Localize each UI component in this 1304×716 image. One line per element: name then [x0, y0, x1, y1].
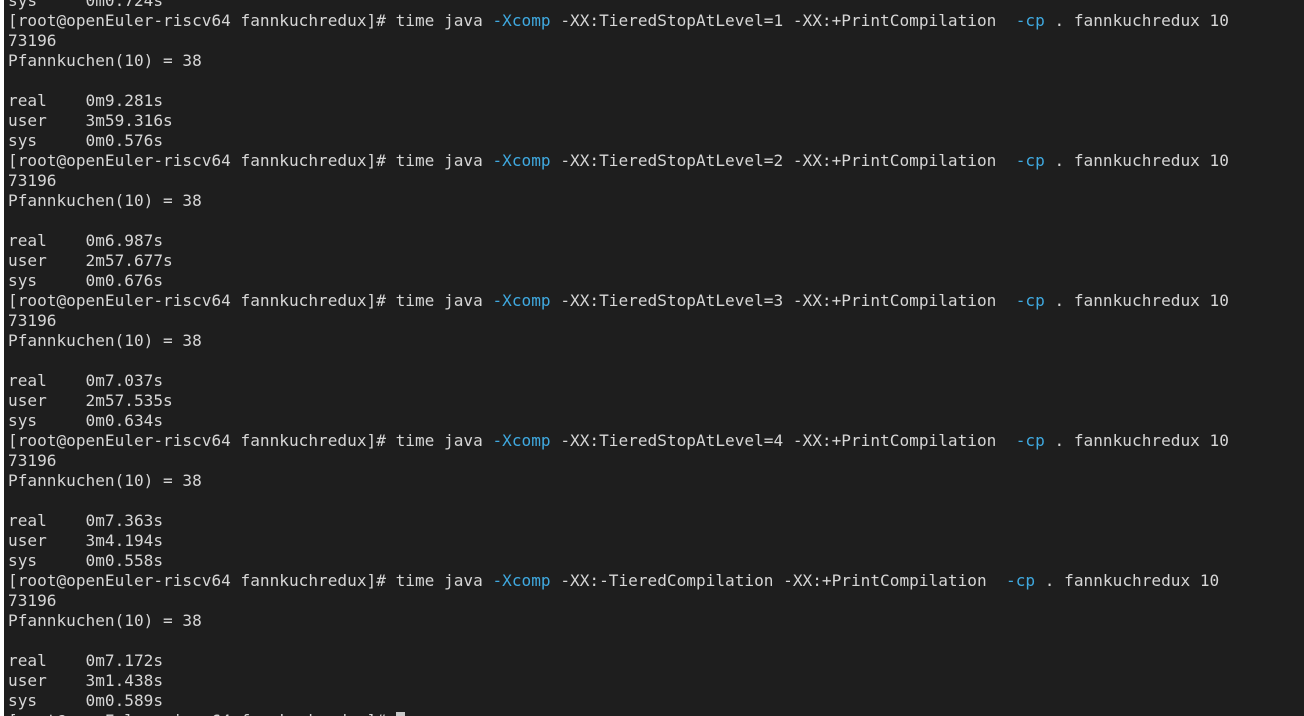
output-line: real 0m7.172s [8, 651, 164, 670]
terminal-window[interactable]: sys 0m0.724s [root@openEuler-riscv64 fann… [4, 0, 1304, 716]
command-text: time java [395, 11, 493, 30]
command-text: time java [395, 571, 493, 590]
command-line: [root@openEuler-riscv64 fannkuchredux]# … [8, 11, 1304, 31]
output-line: 73196 [8, 311, 57, 330]
output-line: user 2m57.535s [8, 391, 173, 410]
command-flag: -Xcomp [492, 11, 551, 30]
command-text: . fannkuchredux 10 [1035, 571, 1220, 590]
terminal-output: sys 0m0.724s [root@openEuler-riscv64 fann… [8, 0, 1304, 716]
command-text: time java [395, 431, 493, 450]
output-line: sys 0m0.634s [8, 411, 164, 430]
output-line: user 3m59.316s [8, 111, 173, 130]
command-line: [root@openEuler-riscv64 fannkuchredux]# … [8, 151, 1304, 171]
command-text: time java [395, 291, 493, 310]
shell-prompt: [root@openEuler-riscv64 fannkuchredux]# [8, 431, 396, 450]
output-line: user 2m57.677s [8, 251, 173, 270]
command-flag: -cp [1015, 11, 1045, 30]
command-flag: -cp [1015, 151, 1045, 170]
output-line: real 0m6.987s [8, 231, 164, 250]
command-line: [root@openEuler-riscv64 fannkuchredux]# … [8, 291, 1304, 311]
output-line: Pfannkuchen(10) = 38 [8, 471, 202, 490]
output-line: 73196 [8, 171, 57, 190]
command-line: [root@openEuler-riscv64 fannkuchredux]# [8, 711, 1304, 716]
command-line: [root@openEuler-riscv64 fannkuchredux]# … [8, 431, 1304, 451]
command-text: -XX:TieredStopAtLevel=4 -XX:+PrintCompil… [550, 431, 1016, 450]
output-line: Pfannkuchen(10) = 38 [8, 611, 202, 630]
output-line: 73196 [8, 31, 57, 50]
command-text: -XX:TieredStopAtLevel=2 -XX:+PrintCompil… [550, 151, 1016, 170]
command-flag: -Xcomp [492, 151, 551, 170]
command-flag: -Xcomp [492, 291, 551, 310]
output-line: Pfannkuchen(10) = 38 [8, 191, 202, 210]
output-line: sys 0m0.676s [8, 271, 164, 290]
shell-prompt: [root@openEuler-riscv64 fannkuchredux]# [8, 291, 396, 310]
output-line: real 0m7.037s [8, 371, 164, 390]
output-line: sys 0m0.558s [8, 551, 164, 570]
output-line: 73196 [8, 451, 57, 470]
text-cursor [395, 712, 405, 716]
command-flag: -cp [1006, 571, 1036, 590]
command-text: -XX:-TieredCompilation -XX:+PrintCompila… [550, 571, 1007, 590]
command-text: -XX:TieredStopAtLevel=3 -XX:+PrintCompil… [550, 291, 1016, 310]
command-text: . fannkuchredux 10 [1044, 11, 1229, 30]
shell-prompt: [root@openEuler-riscv64 fannkuchredux]# [8, 151, 396, 170]
command-text: -XX:TieredStopAtLevel=1 -XX:+PrintCompil… [550, 11, 1016, 30]
output-line: sys 0m0.724s [8, 0, 164, 10]
command-flag: -Xcomp [492, 431, 551, 450]
shell-prompt: [root@openEuler-riscv64 fannkuchredux]# [8, 11, 396, 30]
command-text: . fannkuchredux 10 [1044, 151, 1229, 170]
command-flag: -cp [1015, 291, 1045, 310]
output-line: user 3m4.194s [8, 531, 164, 550]
shell-prompt: [root@openEuler-riscv64 fannkuchredux]# [8, 711, 396, 716]
command-text: . fannkuchredux 10 [1044, 291, 1229, 310]
command-text: . fannkuchredux 10 [1044, 431, 1229, 450]
output-line: sys 0m0.576s [8, 131, 164, 150]
output-line: sys 0m0.589s [8, 691, 164, 710]
command-line: [root@openEuler-riscv64 fannkuchredux]# … [8, 571, 1304, 591]
output-line: Pfannkuchen(10) = 38 [8, 51, 202, 70]
output-line: real 0m7.363s [8, 511, 164, 530]
output-line: 73196 [8, 591, 57, 610]
output-line: Pfannkuchen(10) = 38 [8, 331, 202, 350]
command-flag: -cp [1015, 431, 1045, 450]
shell-prompt: [root@openEuler-riscv64 fannkuchredux]# [8, 571, 396, 590]
output-line: user 3m1.438s [8, 671, 164, 690]
output-line: real 0m9.281s [8, 91, 164, 110]
command-text: time java [395, 151, 493, 170]
command-flag: -Xcomp [492, 571, 551, 590]
